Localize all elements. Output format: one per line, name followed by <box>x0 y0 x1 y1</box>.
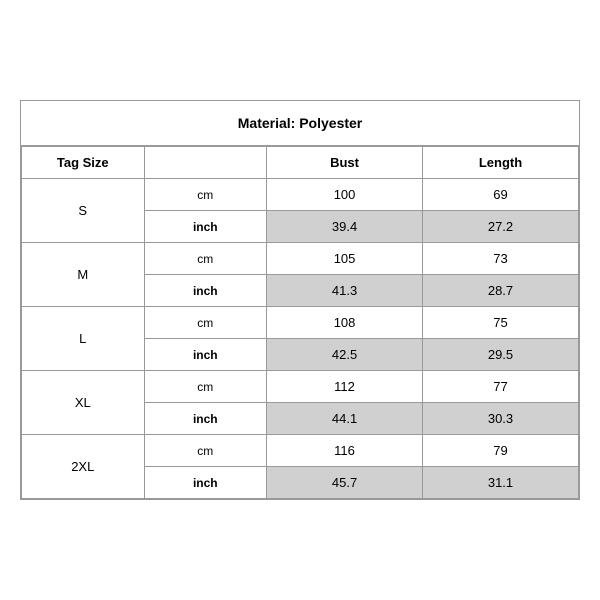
length-inch-value: 30.3 <box>423 403 579 435</box>
table-row: Mcm10573 <box>22 243 579 275</box>
unit-cell-cm: cm <box>144 371 267 403</box>
length-inch-value: 28.7 <box>423 275 579 307</box>
size-cell: M <box>22 243 145 307</box>
col-length: Length <box>423 147 579 179</box>
bust-inch-value: 44.1 <box>267 403 423 435</box>
length-inch-value: 27.2 <box>423 211 579 243</box>
length-cm-value: 73 <box>423 243 579 275</box>
unit-cell-inch: inch <box>144 467 267 499</box>
bust-inch-value: 45.7 <box>267 467 423 499</box>
bust-inch-value: 39.4 <box>267 211 423 243</box>
length-cm-value: 69 <box>423 179 579 211</box>
table-row: Lcm10875 <box>22 307 579 339</box>
bust-cm-value: 100 <box>267 179 423 211</box>
bust-cm-value: 108 <box>267 307 423 339</box>
bust-inch-value: 41.3 <box>267 275 423 307</box>
length-inch-value: 29.5 <box>423 339 579 371</box>
unit-cell-cm: cm <box>144 243 267 275</box>
chart-title: Material: Polyester <box>21 101 579 146</box>
size-chart-container: Material: Polyester Tag Size Bust Length… <box>20 100 580 500</box>
size-cell: 2XL <box>22 435 145 499</box>
length-cm-value: 79 <box>423 435 579 467</box>
length-cm-value: 77 <box>423 371 579 403</box>
length-cm-value: 75 <box>423 307 579 339</box>
size-cell: S <box>22 179 145 243</box>
table-row: Scm10069 <box>22 179 579 211</box>
size-cell: XL <box>22 371 145 435</box>
bust-inch-value: 42.5 <box>267 339 423 371</box>
unit-cell-inch: inch <box>144 403 267 435</box>
size-table: Tag Size Bust Length Scm10069inch39.427.… <box>21 146 579 499</box>
unit-cell-cm: cm <box>144 307 267 339</box>
table-row: 2XLcm11679 <box>22 435 579 467</box>
col-unit-header <box>144 147 267 179</box>
unit-cell-cm: cm <box>144 435 267 467</box>
bust-cm-value: 105 <box>267 243 423 275</box>
size-cell: L <box>22 307 145 371</box>
unit-cell-inch: inch <box>144 211 267 243</box>
table-row: XLcm11277 <box>22 371 579 403</box>
unit-cell-inch: inch <box>144 339 267 371</box>
unit-cell-cm: cm <box>144 179 267 211</box>
length-inch-value: 31.1 <box>423 467 579 499</box>
unit-cell-inch: inch <box>144 275 267 307</box>
bust-cm-value: 116 <box>267 435 423 467</box>
col-bust: Bust <box>267 147 423 179</box>
col-tag-size: Tag Size <box>22 147 145 179</box>
bust-cm-value: 112 <box>267 371 423 403</box>
